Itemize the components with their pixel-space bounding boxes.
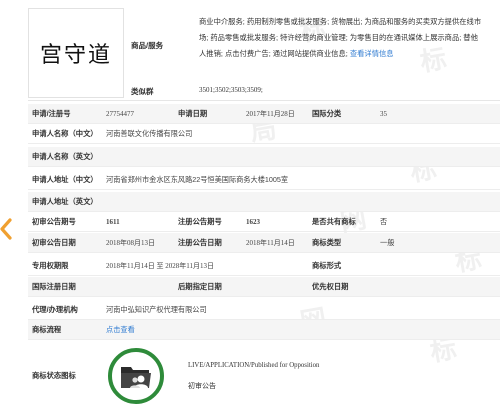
applicant-en-label: 申请人名称（英文） [32, 152, 98, 161]
row-publication-numbers: 初审公告期号 1611 注册公告期号 1623 是否共有商标 否 [28, 212, 500, 232]
row-intl-dates: 国际注册日期 后期指定日期 优先权日期 [28, 277, 500, 297]
exclusive-label: 专用权期限 [32, 261, 69, 270]
shared-label: 是否共有商标 [312, 217, 356, 226]
row-publication-dates: 初审公告日期 2018年08月13日 注册公告日期 2018年11月14日 商标… [28, 233, 500, 253]
exclusive-value: 2018年11月14日 至 2028年11月13日 [106, 262, 214, 270]
row-applicant-cn: 申请人名称（中文） 河南善联文化传播有限公司 [28, 124, 500, 144]
status-text-cn: 初审公告 [188, 383, 216, 390]
address-cn-label: 申请人地址（中文） [32, 175, 98, 184]
prelim-date-value: 2018年08月13日 [106, 239, 155, 247]
trademark-image-text: 宫守道 [39, 42, 112, 67]
row-address-en: 申请人地址（英文） [28, 192, 500, 212]
row-process: 商标流程 点击查看 [28, 320, 500, 340]
reg-date-label: 注册公告日期 [178, 238, 222, 247]
shared-value: 否 [380, 217, 388, 226]
prelim-no-label: 初审公告期号 [32, 217, 76, 226]
status-label: 商标状态图标 [32, 371, 76, 380]
folder-users-icon-graphic [121, 367, 151, 388]
agent-label: 代理/办理机构 [32, 305, 78, 314]
more-details-link[interactable]: 查看详情信息 [350, 49, 394, 58]
row-application-number: 申请/注册号 27754477 申请日期 2017年11月28日 国际分类 35 [28, 104, 500, 124]
flow-label: 商标流程 [32, 325, 62, 334]
row-agent: 代理/办理机构 河南中弘知识产权代理有限公司 [28, 300, 500, 320]
divider [28, 100, 500, 101]
similar-group-value: 3501;3502;3503;3509; [199, 86, 263, 94]
class-value: 35 [380, 110, 387, 118]
intl-reg-date-label: 国际注册日期 [32, 282, 76, 291]
status-text-en: LIVE/APPLICATION/Published for Oppositio… [188, 362, 320, 369]
type-label: 商标类型 [312, 238, 342, 247]
reg-no-label: 注册公告期号 [178, 217, 222, 226]
app-date-value: 2017年11月28日 [246, 110, 295, 118]
reg-no-value: 1623 [246, 218, 260, 226]
form-label: 商标形式 [312, 261, 342, 270]
row-applicant-en: 申请人名称（英文） [28, 147, 500, 167]
later-date-label: 后期指定日期 [178, 282, 222, 291]
agent-value: 河南中弘知识产权代理有限公司 [106, 305, 207, 314]
type-value: 一般 [380, 238, 395, 247]
app-date-label: 申请日期 [178, 109, 208, 118]
prelim-no-value: 1611 [106, 218, 120, 226]
address-en-label: 申请人地址（英文） [32, 197, 98, 206]
class-label: 国际分类 [312, 109, 342, 118]
goods-text: 商业中介服务; 药用制剂零售或批发服务; 货物展出; 为商品和服务的买卖双方提供… [199, 17, 482, 58]
goods-label: 商品/服务 [131, 41, 164, 50]
row-address-cn: 申请人地址（中文） 河南省郑州市金水区东风路22号恒美国际商务大楼1005室 [28, 170, 500, 190]
reg-date-value: 2018年11月14日 [246, 239, 295, 247]
goods-text-block: 商业中介服务; 药用制剂零售或批发服务; 货物展出; 为商品和服务的买卖双方提供… [199, 14, 485, 62]
address-cn-value: 河南省郑州市金水区东风路22号恒美国际商务大楼1005室 [106, 175, 289, 184]
chevron-left-icon[interactable] [0, 218, 12, 240]
prelim-date-label: 初审公告日期 [32, 238, 76, 247]
app-no-value: 27754477 [106, 110, 134, 118]
view-process-link[interactable]: 点击查看 [106, 320, 135, 340]
priority-label: 优先权日期 [312, 282, 349, 291]
app-no-label: 申请/注册号 [32, 109, 71, 118]
trademark-image: 宫守道 [28, 8, 124, 98]
similar-group-label: 类似群 [131, 87, 154, 96]
folder-users-icon [108, 348, 164, 404]
applicant-cn-value: 河南善联文化传播有限公司 [106, 129, 193, 138]
applicant-cn-label: 申请人名称（中文） [32, 129, 98, 138]
row-exclusive-period: 专用权期限 2018年11月14日 至 2028年11月13日 商标形式 [28, 256, 500, 276]
